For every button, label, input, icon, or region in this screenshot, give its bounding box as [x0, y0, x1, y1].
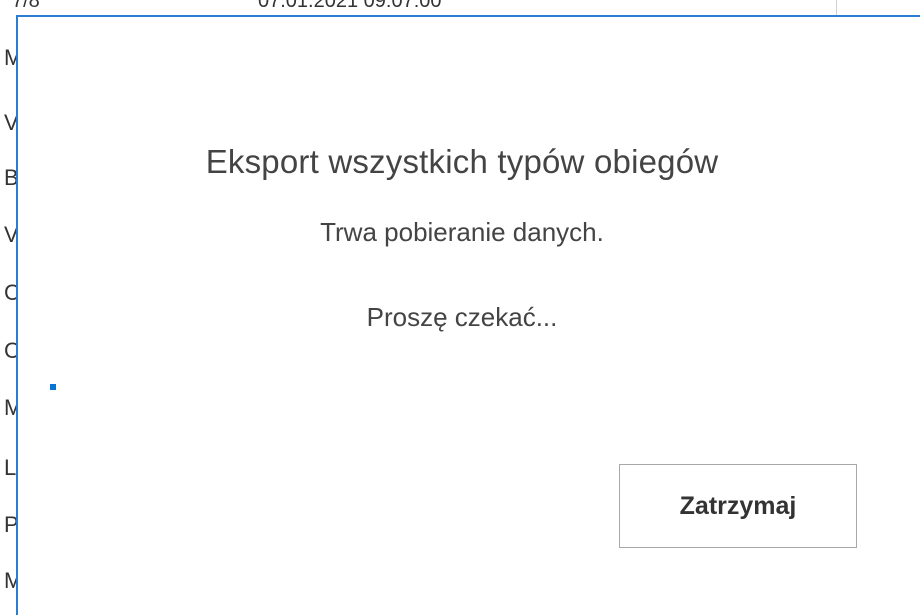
stop-button[interactable]: Zatrzymaj — [619, 464, 857, 548]
background-cell: 7/8 — [12, 0, 40, 12]
status-text: Trwa pobieranie danych. — [320, 217, 604, 247]
export-progress-dialog: Eksport wszystkich typów obiegów Trwa po… — [16, 15, 920, 615]
background-date-cell: 07.01.2021 09:07:00 — [258, 0, 442, 12]
column-separator — [836, 0, 837, 16]
background-list-item: C — [4, 338, 16, 363]
background-list-item: M — [4, 45, 16, 70]
indeterminate-progress-bar — [50, 384, 850, 390]
background-list-item: M — [4, 395, 16, 420]
progress-indicator-dot — [50, 384, 56, 390]
wait-message: Proszę czekać... — [366, 302, 558, 332]
background-list-item: P — [4, 512, 16, 537]
background-list-item: V — [4, 110, 16, 135]
background-table-row: 7/8 07.01.2021 09:07:00 — [0, 0, 920, 16]
background-list-item: L — [4, 455, 16, 480]
dialog-title: Eksport wszystkich typów obiegów — [205, 143, 719, 180]
background-list-item: M — [4, 568, 16, 593]
